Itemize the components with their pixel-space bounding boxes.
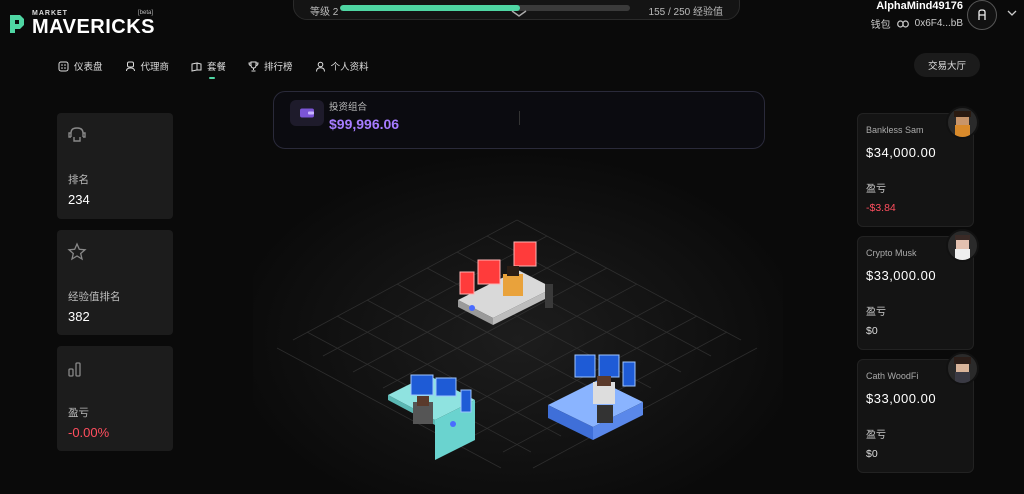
trader-card-bankless-sam[interactable]: Bankless Sam $34,000.00 盈亏 -$3.84 <box>857 106 979 227</box>
trophy-icon <box>248 61 259 72</box>
trader-name: Bankless Sam <box>866 125 924 135</box>
xp-value: 155 / 250 经验值 <box>648 7 723 18</box>
packages-icon <box>191 61 202 72</box>
trader-name: Cath WoodFi <box>866 371 919 381</box>
trader-card-crypto-musk[interactable]: Crypto Musk $33,000.00 盈亏 $0 <box>857 229 979 350</box>
trader-pnl-label: 盈亏 <box>866 184 886 195</box>
trader-name: Crypto Musk <box>866 248 917 258</box>
stat-card-xp-rank: 经验值排名 382 <box>57 230 173 335</box>
user-menu-chevron-icon[interactable] <box>1007 9 1017 17</box>
nav-item-profile[interactable]: 个人资料 <box>315 59 369 73</box>
helmet-icon <box>68 127 86 142</box>
portfolio-panel: 投资组合 $99,996.06 <box>273 91 765 149</box>
trader-value: $33,000.00 <box>866 268 937 283</box>
trader-value: $34,000.00 <box>866 145 937 160</box>
nav-label-packages: 套餐 <box>207 62 227 73</box>
nav-item-agents[interactable]: 代理商 <box>125 59 170 73</box>
trader-pnl: -$3.84 <box>866 202 896 214</box>
wallet-label: 钱包 <box>870 20 891 31</box>
user-avatar-button[interactable] <box>967 0 997 30</box>
trader-card-cath-woodfi[interactable]: Cath WoodFi $33,000.00 盈亏 $0 <box>857 352 979 473</box>
stat-value-xp-rank: 382 <box>68 309 90 324</box>
nav-label-profile: 个人资料 <box>330 62 369 73</box>
nav-item-leaderboard[interactable]: 排行榜 <box>248 59 293 73</box>
trader-pnl: $0 <box>866 325 878 337</box>
stat-card-rank: 排名 234 <box>57 113 173 219</box>
nav-label-leaderboard: 排行榜 <box>264 62 293 73</box>
bars-icon <box>68 362 81 377</box>
nav-item-packages[interactable]: 套餐 <box>191 59 227 79</box>
level-label: 等级 2 <box>310 7 339 18</box>
trading-hall-button[interactable]: 交易大厅 <box>914 53 980 77</box>
trader-pnl: $0 <box>866 448 878 460</box>
stat-label-rank: 排名 <box>68 174 89 186</box>
star-icon <box>67 242 87 261</box>
trader-avatar <box>946 229 979 262</box>
trader-avatar <box>946 352 979 385</box>
portfolio-value: $99,996.06 <box>329 116 400 132</box>
beta-badge: [beta] <box>138 10 154 16</box>
profile-icon <box>315 61 326 72</box>
stat-value-rank: 234 <box>68 192 90 207</box>
link-icon <box>896 19 909 28</box>
xp-progress-panel[interactable]: 等级 2 155 / 250 经验值 <box>293 0 740 20</box>
office-scene <box>253 150 783 494</box>
portfolio-label: 投资组合 <box>329 102 368 113</box>
agent-icon <box>125 61 136 72</box>
dashboard-icon <box>58 61 69 72</box>
brand-name: MAVERICKS <box>32 16 156 38</box>
wallet-address: 0x6F4...bB <box>914 18 963 29</box>
wallet-info[interactable]: 钱包 0x6F4...bB <box>871 16 963 31</box>
chevron-down-icon[interactable] <box>510 10 528 18</box>
nav-item-dashboard[interactable]: 仪表盘 <box>58 59 103 73</box>
stat-value-pnl: -0.00% <box>68 425 110 440</box>
trader-avatar <box>946 106 979 139</box>
trader-pnl-label: 盈亏 <box>866 307 886 318</box>
xp-progress-fill <box>340 5 520 11</box>
portfolio-divider <box>519 111 520 125</box>
logo-mark-icon <box>10 14 24 33</box>
xp-progress-bar <box>340 5 630 11</box>
user-avatar-icon <box>978 9 986 20</box>
brand-logo[interactable]: MARKET MAVERICKS <box>8 10 155 37</box>
nav-label-dashboard: 仪表盘 <box>74 62 103 73</box>
nav-label-agents: 代理商 <box>140 62 170 73</box>
main-nav: 仪表盘 代理商 套餐 排行榜 个人资料 <box>58 59 391 79</box>
stat-label-xp-rank: 经验值排名 <box>68 291 121 303</box>
stat-label-pnl: 盈亏 <box>68 407 89 419</box>
trader-value: $33,000.00 <box>866 391 937 406</box>
wallet-icon <box>290 100 324 126</box>
user-name: AlphaMind49176 <box>876 0 963 12</box>
trader-pnl-label: 盈亏 <box>866 430 886 441</box>
stat-card-pnl: 盈亏 -0.00% <box>57 346 173 451</box>
